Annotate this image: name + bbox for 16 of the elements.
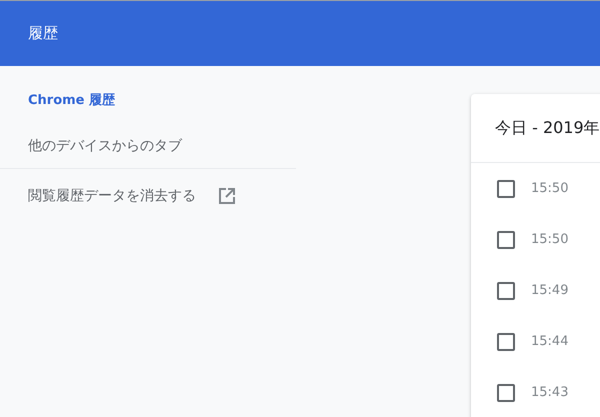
sidebar-item[interactable]: 他のデバイスからのタブ	[0, 133, 296, 178]
date-heading: 今日 - 2019年	[495, 118, 600, 138]
external-link-icon[interactable]	[218, 187, 236, 205]
sidebar-item[interactable]: Chrome 履歴	[0, 88, 296, 133]
visit-time: 15:50	[531, 232, 568, 247]
visit-time: 15:49	[531, 283, 568, 298]
checkbox[interactable]	[497, 384, 515, 402]
checkbox[interactable]	[497, 282, 515, 300]
visit-time: 15:43	[531, 385, 568, 400]
checkbox[interactable]	[497, 230, 515, 248]
clear-data-link[interactable]: 閲覧履歴データを消去する	[28, 187, 196, 205]
page-title: 履歴	[28, 24, 58, 43]
checkbox[interactable]	[497, 180, 515, 198]
checkbox[interactable]	[497, 332, 515, 350]
visit-time: 15:44	[531, 334, 568, 349]
visit-time: 15:50	[531, 181, 568, 196]
